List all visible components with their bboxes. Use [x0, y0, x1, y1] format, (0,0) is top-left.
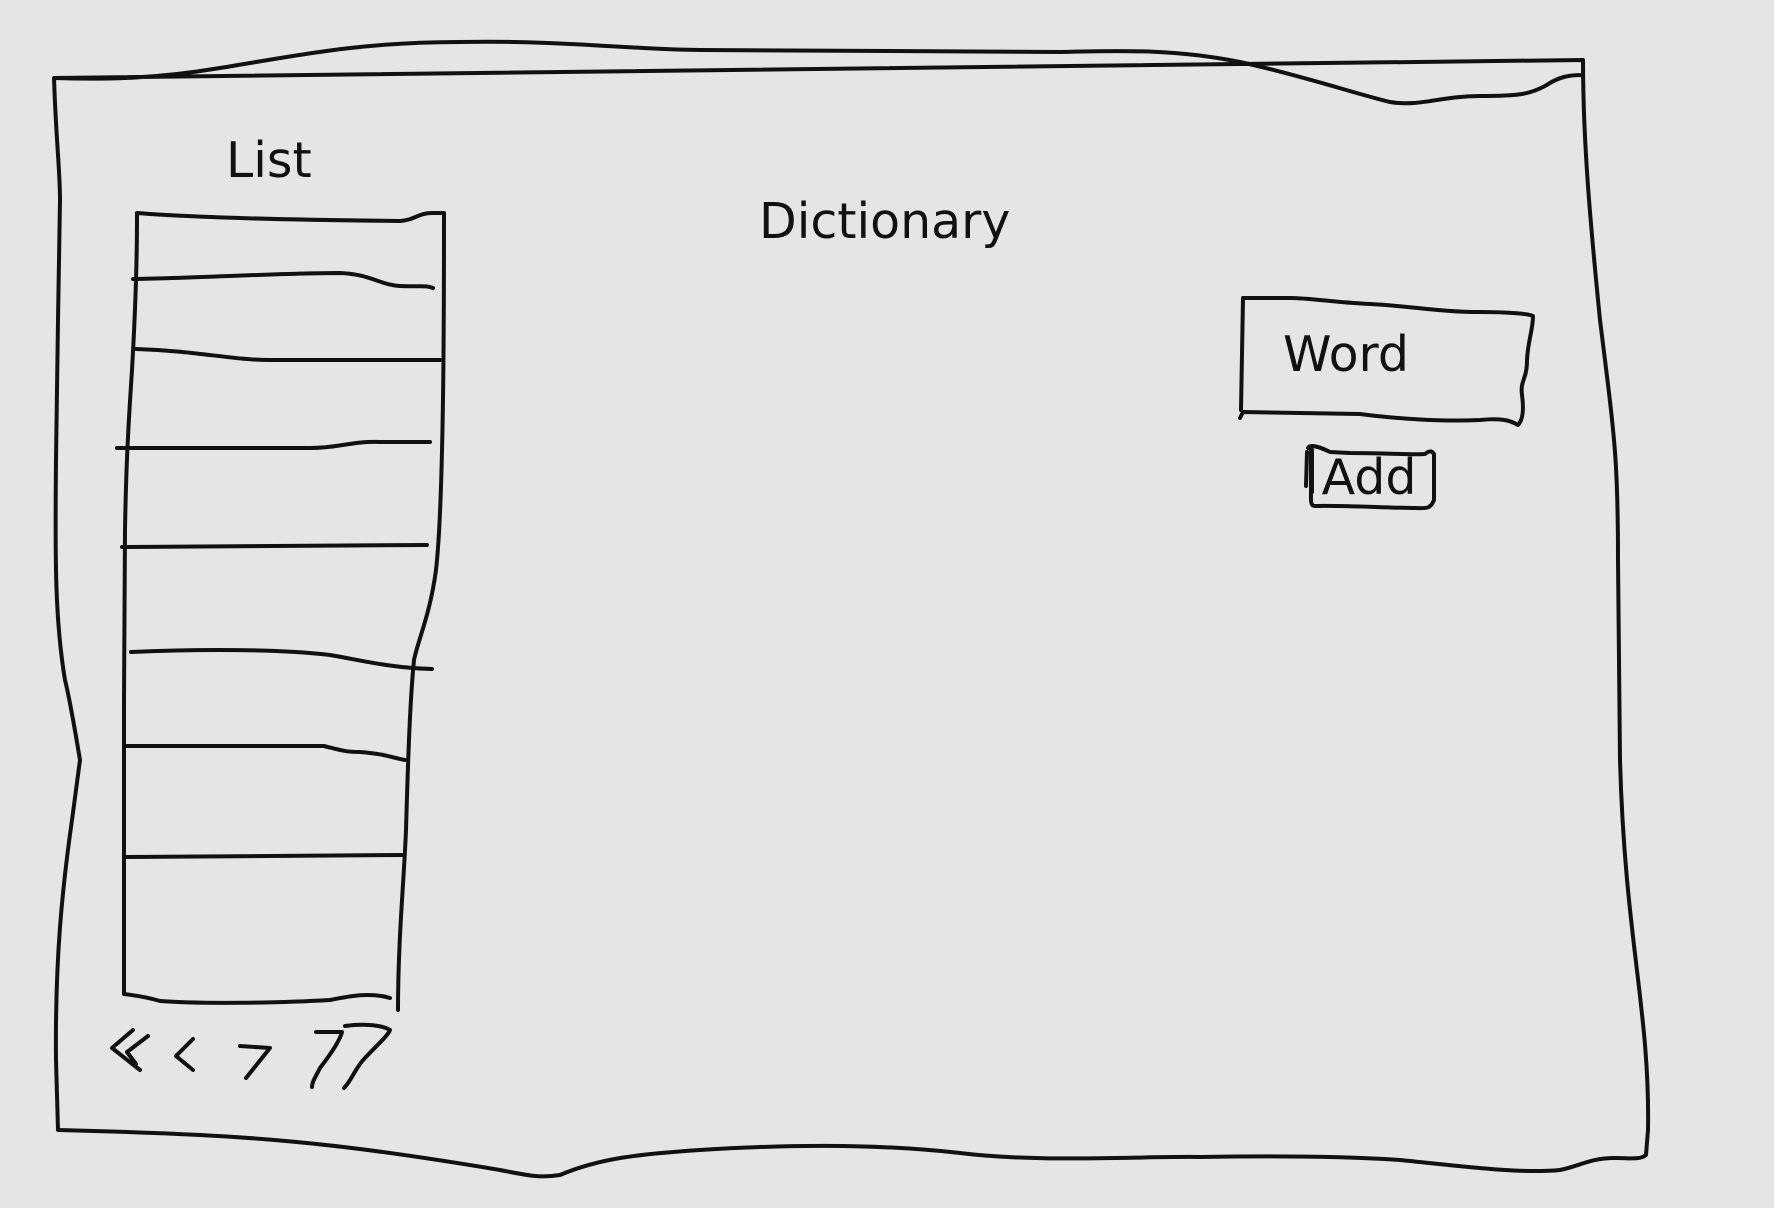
prev-page-button[interactable]: [166, 1030, 206, 1102]
last-page-button[interactable]: [306, 1022, 396, 1094]
sketch-canvas: List Dictionary Word Add: [0, 0, 1774, 1208]
list-divider-4: [120, 543, 429, 549]
add-button[interactable]: Add: [1307, 447, 1431, 507]
list-item[interactable]: [130, 860, 430, 992]
list-item[interactable]: [130, 750, 430, 854]
list-divider-2: [134, 347, 442, 362]
page-title: Dictionary: [759, 193, 1011, 250]
word-input[interactable]: Word: [1243, 298, 1528, 411]
list-item[interactable]: [130, 549, 430, 649]
word-input-placeholder: Word: [1283, 326, 1409, 383]
list-item[interactable]: [130, 281, 430, 347]
next-page-button[interactable]: [232, 1036, 278, 1108]
add-button-label: Add: [1321, 448, 1417, 506]
list-item[interactable]: [130, 216, 430, 278]
list-item[interactable]: [130, 656, 430, 744]
list-item[interactable]: [130, 450, 430, 544]
list-item[interactable]: [130, 362, 430, 446]
list-title: List: [226, 132, 312, 189]
first-page-button[interactable]: [106, 1024, 156, 1096]
list-divider-7: [124, 853, 404, 859]
